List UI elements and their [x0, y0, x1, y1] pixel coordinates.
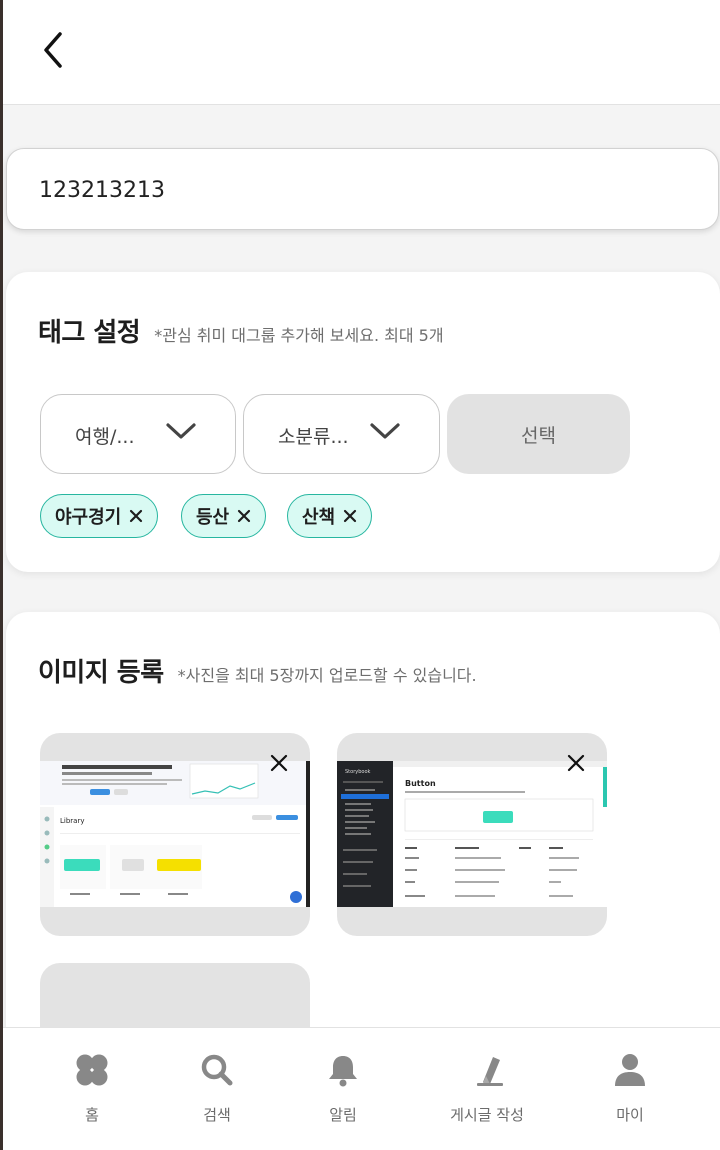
- nav-item-write-post[interactable]: 게시글 작성: [427, 1050, 547, 1130]
- nav-label: 게시글 작성: [450, 1106, 524, 1124]
- thumb2-sidebar-title: Storybook: [345, 769, 371, 775]
- image-thumbnail[interactable]: Library: [40, 733, 310, 936]
- image-thumbnail[interactable]: Storybook Button: [337, 733, 607, 936]
- tag-chip-label: 등산: [196, 507, 230, 528]
- user-icon: [610, 1050, 650, 1090]
- nav-label: 검색: [203, 1106, 231, 1124]
- post-title-card: [6, 148, 719, 230]
- close-icon[interactable]: [343, 509, 357, 523]
- remove-image-icon[interactable]: [270, 754, 288, 776]
- subcategory-select-value: 소분류...: [278, 426, 349, 448]
- post-title-input[interactable]: [39, 171, 679, 209]
- image-section-hint: *사진을 최대 5장까지 업로드할 수 있습니다.: [177, 666, 477, 685]
- tag-section-header: 태그 설정 *관심 취미 대그룹 추가해 보세요. 최대 5개: [38, 312, 444, 349]
- category-select[interactable]: 여행/...: [40, 394, 236, 474]
- image-section-title: 이미지 등록: [38, 658, 164, 688]
- home-icon: [72, 1050, 112, 1090]
- search-icon: [197, 1050, 237, 1090]
- thumbnail-image: Library: [40, 761, 310, 907]
- thumb2-page-title: Button: [405, 779, 436, 788]
- nav-label: 마이: [616, 1106, 644, 1124]
- screen: 태그 설정 *관심 취미 대그룹 추가해 보세요. 최대 5개 여행/... 소…: [3, 0, 720, 1150]
- thumbnail-image: Storybook Button: [337, 761, 607, 907]
- bell-icon: [323, 1050, 363, 1090]
- tag-chip: 야구경기: [40, 494, 159, 538]
- category-select-value: 여행/...: [75, 426, 135, 448]
- nav-label: 홈: [85, 1106, 99, 1124]
- subcategory-select[interactable]: 소분류...: [243, 394, 440, 474]
- tag-section-title: 태그 설정: [38, 318, 141, 348]
- back-button[interactable]: [31, 28, 75, 72]
- tag-chip-label: 야구경기: [55, 507, 122, 528]
- nav-item-home[interactable]: 홈: [32, 1050, 152, 1130]
- tag-section-hint: *관심 취미 대그룹 추가해 보세요. 최대 5개: [154, 326, 444, 345]
- tag-settings-card: 태그 설정 *관심 취미 대그룹 추가해 보세요. 최대 5개 여행/... 소…: [6, 272, 720, 572]
- chevron-left-icon: [44, 32, 62, 68]
- nav-item-notifications[interactable]: 알림: [283, 1050, 403, 1130]
- close-icon[interactable]: [237, 509, 251, 523]
- close-icon[interactable]: [129, 509, 143, 523]
- image-section-header: 이미지 등록 *사진을 최대 5장까지 업로드할 수 있습니다.: [38, 652, 477, 689]
- thumb1-banner-text: Library: [60, 817, 84, 825]
- nav-item-my-page[interactable]: 마이: [570, 1050, 690, 1130]
- remove-image-icon[interactable]: [567, 754, 585, 776]
- nav-item-search[interactable]: 검색: [157, 1050, 277, 1130]
- header: [3, 0, 720, 105]
- tag-chip: 산책: [287, 494, 373, 538]
- chevron-down-icon: [370, 423, 400, 439]
- nav-label: 알림: [329, 1106, 357, 1124]
- tag-chip: 등산: [181, 494, 267, 538]
- tag-select-button[interactable]: 선택: [447, 394, 630, 474]
- tag-chip-label: 산책: [302, 507, 336, 528]
- pencil-icon: [467, 1050, 507, 1090]
- bottom-navigation: 홈 검색 알림 게시글 작성 마이: [3, 1027, 720, 1150]
- chevron-down-icon: [166, 423, 196, 439]
